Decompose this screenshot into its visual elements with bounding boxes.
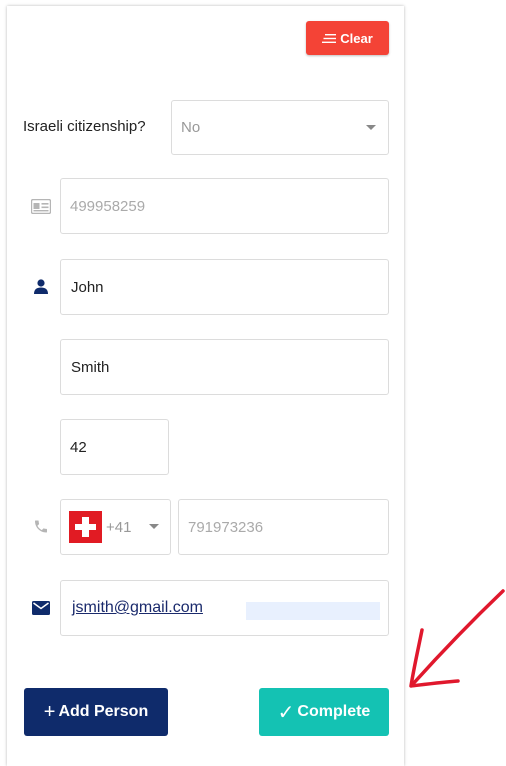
country-code-select[interactable]: +41 xyxy=(60,499,171,555)
autofill-highlight xyxy=(246,602,380,620)
check-icon: ✓ xyxy=(277,701,295,724)
first-name-field[interactable]: John xyxy=(60,259,389,315)
last-name-value: Smith xyxy=(71,358,110,376)
last-name-field[interactable]: Smith xyxy=(60,339,389,395)
first-name-value: John xyxy=(71,278,104,296)
complete-label: Complete xyxy=(297,703,371,720)
country-code-value: +41 xyxy=(106,518,132,536)
complete-button[interactable]: ✓ Complete xyxy=(259,688,389,736)
phone-number-placeholder: 791973236 xyxy=(188,518,264,536)
age-value: 42 xyxy=(70,438,87,456)
phone-number-field[interactable]: 791973236 xyxy=(178,499,389,555)
citizenship-select[interactable]: No xyxy=(171,100,389,155)
chevron-down-icon xyxy=(149,524,159,529)
person-icon xyxy=(34,279,48,294)
plus-icon: + xyxy=(43,700,56,723)
add-person-button[interactable]: + Add Person xyxy=(24,688,168,736)
age-field[interactable]: 42 xyxy=(60,419,169,475)
chevron-down-icon xyxy=(366,125,376,130)
clear-button[interactable]: Clear xyxy=(306,21,389,55)
citizenship-value: No xyxy=(181,119,201,136)
add-person-label: Add Person xyxy=(58,703,149,720)
id-number-field[interactable]: 499958259 xyxy=(60,178,389,234)
annotation-arrow-icon xyxy=(409,589,505,688)
email-field[interactable]: jsmith@gmail.com xyxy=(60,580,389,636)
email-value: jsmith@gmail.com xyxy=(72,599,203,616)
envelope-icon xyxy=(32,601,50,615)
citizenship-label: Israeli citizenship? xyxy=(23,118,146,135)
id-card-icon xyxy=(31,199,51,214)
phone-icon xyxy=(35,520,47,533)
clear-button-label: Clear xyxy=(340,30,373,46)
clear-lines-icon xyxy=(322,33,337,43)
swiss-flag-icon xyxy=(69,511,102,543)
id-number-placeholder: 499958259 xyxy=(70,197,146,215)
person-form-card: Clear Israeli citizenship? No 499958259 … xyxy=(7,6,404,766)
